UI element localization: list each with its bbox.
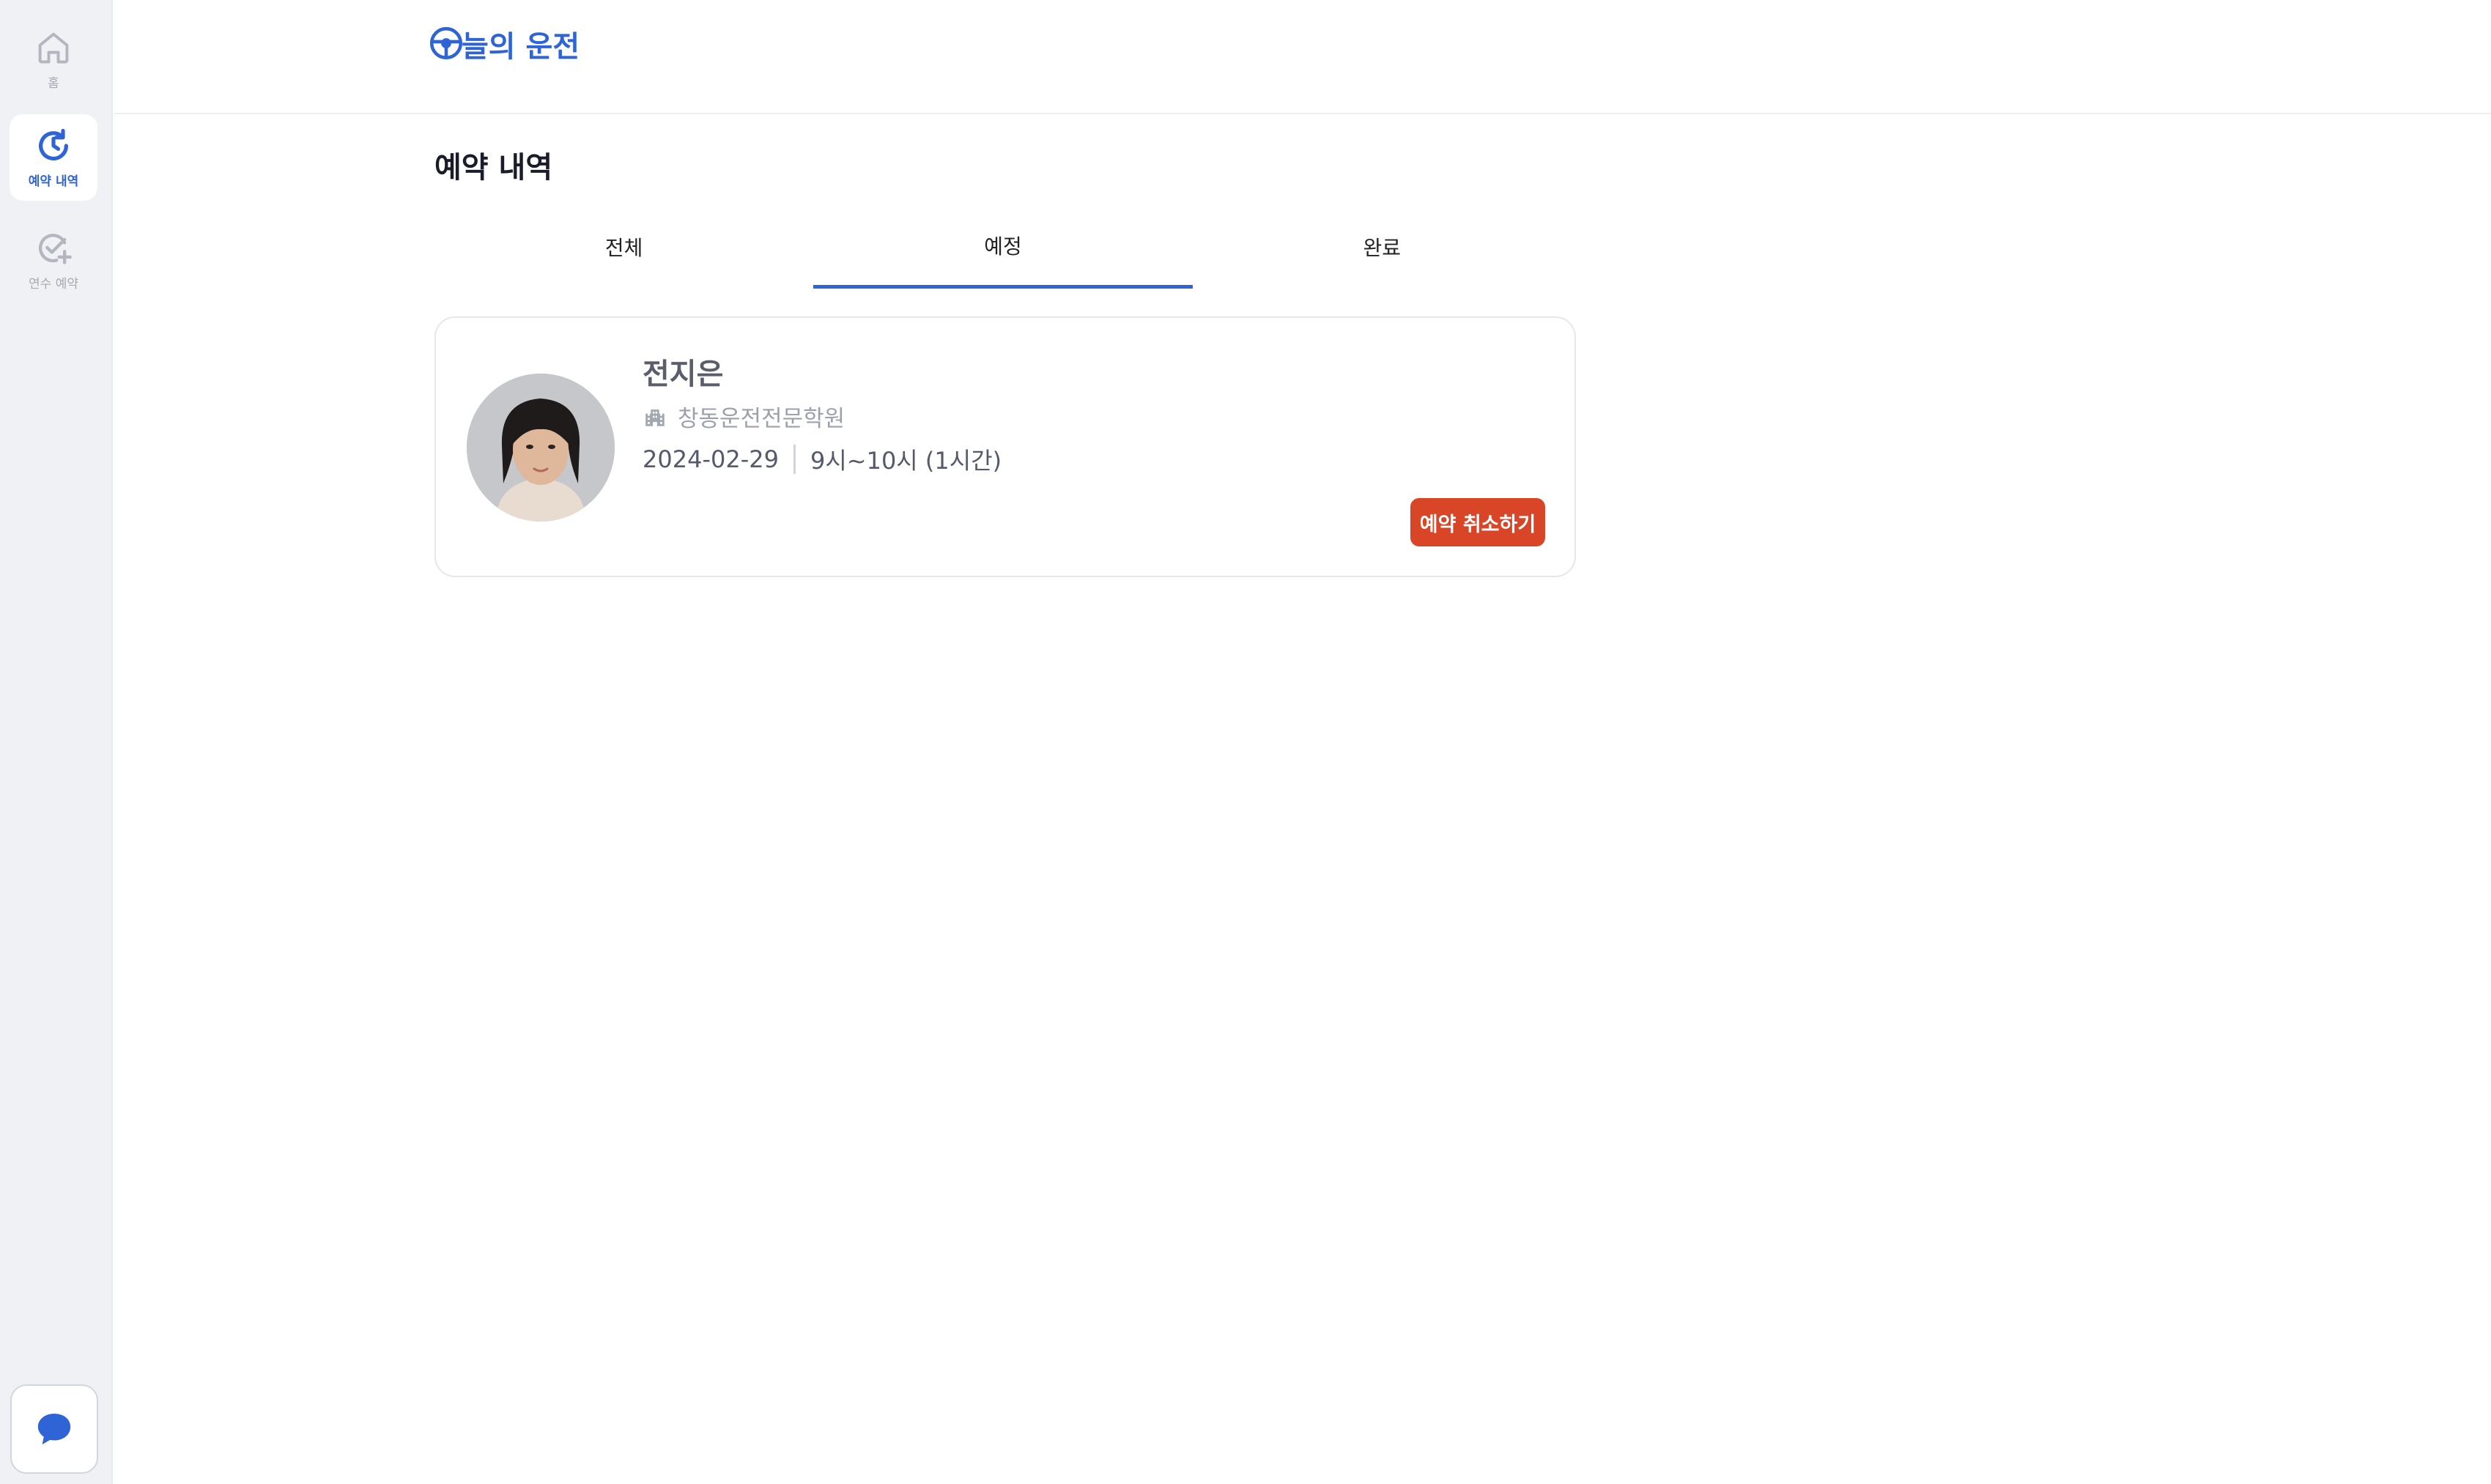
reservation-time: 9시~10시 (1시간) <box>810 447 1002 475</box>
instructor-avatar <box>467 374 615 522</box>
tab-all[interactable]: 전체 <box>434 220 813 289</box>
sidebar-item-label: 연수 예약 <box>29 276 78 292</box>
academy-name: 창동운전전문학원 <box>678 406 845 432</box>
header: 늘의 운전 <box>114 0 2491 114</box>
sidebar-item-label: 예약 내역 <box>28 174 79 189</box>
logo-text: 늘의 운전 <box>462 30 580 64</box>
building-icon <box>645 409 665 426</box>
sidebar-item-history[interactable]: 예약 내역 <box>10 114 97 201</box>
history-icon <box>39 128 68 160</box>
tab-upcoming[interactable]: 예정 <box>813 220 1193 289</box>
page-title: 예약 내역 <box>434 151 553 185</box>
divider <box>793 445 796 474</box>
sidebar-item-label: 홈 <box>48 75 59 91</box>
reservation-date: 2024-02-29 <box>643 445 779 473</box>
reservation-tabs: 전체 예정 완료 <box>434 220 1572 289</box>
sidebar-item-book[interactable]: 연수 예약 <box>10 217 97 303</box>
chat-bubble-icon <box>37 1414 71 1444</box>
steering-wheel-icon <box>429 26 463 60</box>
sidebar: 홈 예약 내역 연수 예약 <box>0 0 113 1484</box>
instructor-name: 전지은 <box>643 357 724 391</box>
cancel-reservation-button[interactable]: 예약 취소하기 <box>1410 498 1545 546</box>
logo[interactable]: 늘의 운전 <box>428 25 580 62</box>
academy-row: 창동운전전문학원 <box>643 400 845 433</box>
check-plus-icon <box>38 233 72 264</box>
home-icon <box>38 32 69 63</box>
sidebar-item-home[interactable]: 홈 <box>10 16 97 103</box>
chat-button[interactable] <box>10 1384 98 1474</box>
tab-completed[interactable]: 완료 <box>1193 220 1572 289</box>
reservation-card: 전지은 창동운전전문학원 2024-02-29 9시~10시 (1시간) 예약 … <box>434 316 1576 577</box>
schedule-row: 2024-02-29 9시~10시 (1시간) <box>643 442 1002 476</box>
